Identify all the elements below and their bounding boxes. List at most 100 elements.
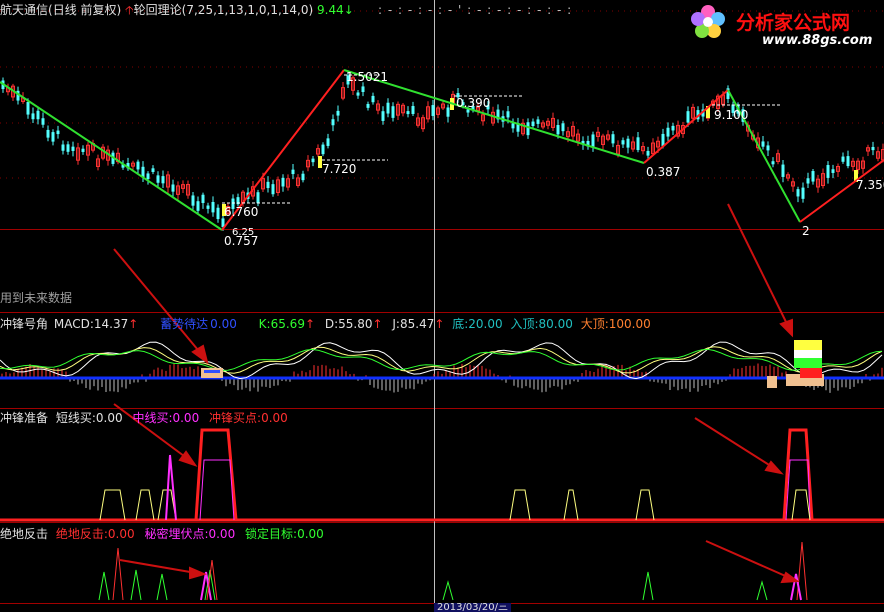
future-data-note: 用到未来数据 <box>0 291 72 305</box>
candle-body <box>42 118 45 125</box>
price-label: 0.387 <box>646 165 680 179</box>
macd-panel-name[interactable]: 冲锋号角 <box>0 317 48 331</box>
candle-body <box>312 159 315 163</box>
lock-target-spike <box>443 582 453 600</box>
indicator-name[interactable]: 轮回理论 <box>134 3 182 17</box>
stock-name[interactable]: 航天通信 <box>0 3 48 17</box>
candle-body <box>217 208 220 219</box>
price-label-high: 1.5021 <box>346 70 388 84</box>
candle-body <box>562 123 565 131</box>
short-buy-signal <box>510 490 530 520</box>
candle-body <box>147 173 150 179</box>
top-block <box>794 350 822 358</box>
candle-body <box>832 169 835 173</box>
candle-body <box>192 195 195 205</box>
trend-down-1 <box>0 82 222 230</box>
lock-target-spike <box>131 570 141 600</box>
candle-body <box>32 113 35 119</box>
main-header: 航天通信(日线 前复权) 🡡轮回理论(7,25,1,13,1,0,1,14,0)… <box>0 3 354 17</box>
logo-title[interactable]: 分析家公式网 <box>736 8 850 35</box>
candle-body <box>672 126 675 131</box>
bottom-block <box>767 376 777 388</box>
short-buy-signal <box>792 490 810 520</box>
candle-body <box>592 134 595 146</box>
candle-body <box>392 106 395 118</box>
candle-body <box>37 111 40 119</box>
candle-body <box>67 144 70 152</box>
candle-body <box>387 103 390 114</box>
period-label: (日线 前复权) <box>48 3 121 17</box>
up-arrow-icon: 🡡 <box>125 3 134 17</box>
price-label: 9.100 <box>714 108 748 122</box>
candle-body <box>137 162 140 170</box>
lock-target-spike <box>643 572 653 600</box>
candle-body <box>337 111 340 116</box>
candlesticks <box>2 71 884 231</box>
mid-buy-signal <box>200 460 234 520</box>
up-arrow-icon: ↑ <box>305 317 315 331</box>
candle-body <box>612 134 615 143</box>
candle-body <box>62 144 65 150</box>
candle-body <box>772 161 775 164</box>
candle-body <box>872 147 875 150</box>
bottom-block-mark <box>204 370 220 373</box>
trend-down-2 <box>344 70 644 163</box>
candle-body <box>27 102 30 115</box>
mid-buy-signal <box>166 455 176 520</box>
candle-body <box>507 111 510 117</box>
candle-body <box>382 111 385 121</box>
main-grid <box>0 11 884 178</box>
top-block <box>794 340 822 350</box>
lock-target-spike <box>99 572 109 600</box>
up-arrow-icon: ↑ <box>434 317 444 331</box>
lock-target-spike <box>757 582 767 600</box>
counter-attack-spike <box>113 548 123 600</box>
up-arrow-icon: ↑ <box>128 317 138 331</box>
short-buy-signal <box>136 490 154 520</box>
candle-body <box>647 151 650 156</box>
candle-body <box>362 86 365 92</box>
trend-lines <box>0 70 884 230</box>
logo-url[interactable]: www.88gs.com <box>762 33 872 48</box>
candle-body <box>47 130 50 138</box>
prep-header: 冲锋准备 短线买:0.00 中线买:0.00 冲锋买点:0.00 <box>0 411 288 425</box>
candle-body <box>537 119 540 123</box>
top-block <box>794 358 822 368</box>
candle-body <box>72 147 75 151</box>
candle-body <box>622 140 625 144</box>
candle-body <box>407 111 410 114</box>
date-cursor: 2013/03/20/三 <box>434 603 511 612</box>
down-arrow-icon: ↓ <box>344 3 354 17</box>
short-buy-signal <box>636 490 654 520</box>
candle-body <box>157 175 160 182</box>
price-label: 7.720 <box>322 162 356 176</box>
up-arrow-icon: ↑ <box>373 317 383 331</box>
macd-panel <box>0 340 884 393</box>
prep-panel-name[interactable]: 冲锋准备 <box>0 411 48 425</box>
candle-body <box>367 104 370 108</box>
candle-body <box>52 132 55 142</box>
candle-body <box>292 170 295 174</box>
candle-body <box>207 206 210 209</box>
price-label: 0.390 <box>456 96 490 110</box>
indicator-value: 9.44 <box>317 3 344 17</box>
candle-body <box>327 138 330 146</box>
candle-body <box>447 107 450 116</box>
candle-body <box>432 105 435 116</box>
candle-body <box>532 122 535 126</box>
lock-target-spike <box>157 574 167 600</box>
chart-canvas[interactable] <box>0 0 884 610</box>
candle-body <box>267 182 270 188</box>
candle-body <box>257 192 260 203</box>
candle-body <box>767 145 770 150</box>
candle-body <box>57 131 60 134</box>
candle-body <box>807 178 810 183</box>
candle-body <box>197 201 200 211</box>
short-buy-signal <box>100 490 125 520</box>
candle-body <box>202 195 205 203</box>
level-lines <box>222 75 780 203</box>
logo-flower-icon <box>691 5 725 38</box>
counter-panel-name[interactable]: 绝地反击 <box>0 527 48 541</box>
price-label: 7.350 <box>856 178 884 192</box>
candle-body <box>797 189 800 196</box>
